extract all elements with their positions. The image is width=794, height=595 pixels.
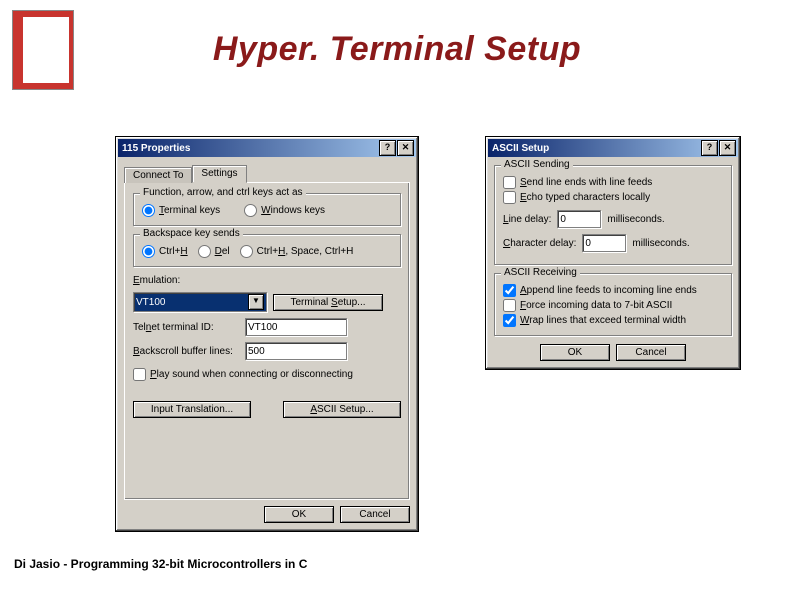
input-translation-button[interactable]: Input Translation... (133, 401, 251, 418)
emulation-label: Emulation: (133, 275, 401, 286)
help-icon[interactable]: ? (701, 140, 718, 156)
radio-ctrl-h[interactable]: Ctrl+H (142, 245, 188, 258)
backscroll-label: Backscroll buffer lines: (133, 346, 239, 357)
telnet-input[interactable] (245, 318, 347, 336)
ascii-setup-dialog: ASCII Setup ? ✕ ASCII Sending Send line … (485, 136, 741, 370)
radio-input[interactable] (240, 245, 253, 258)
radio-ctrl-h-space[interactable]: Ctrl+H, Space, Ctrl+H (240, 245, 354, 258)
tab-settings[interactable]: Settings (192, 165, 246, 183)
checkbox-input[interactable] (503, 191, 516, 204)
group-title: Function, arrow, and ctrl keys act as (140, 187, 306, 198)
check-append-lf[interactable]: Append line feeds to incoming line ends (503, 284, 723, 297)
close-icon[interactable]: ✕ (397, 140, 414, 156)
slide-title: Hyper. Terminal Setup (0, 30, 794, 69)
check-wrap-lines[interactable]: Wrap lines that exceed terminal width (503, 314, 723, 327)
check-force-7bit[interactable]: Force incoming data to 7-bit ASCII (503, 299, 723, 312)
titlebar: 115 Properties ? ✕ (118, 139, 416, 157)
emulation-select[interactable]: VT100 ▼ (133, 292, 267, 312)
ok-button[interactable]: OK (540, 344, 610, 361)
chevron-down-icon[interactable]: ▼ (248, 294, 264, 310)
cancel-button[interactable]: Cancel (616, 344, 686, 361)
properties-dialog: 115 Properties ? ✕ Connect To Settings F… (115, 136, 419, 532)
group-title: ASCII Sending (501, 159, 573, 170)
tab-connect-to[interactable]: Connect To (124, 167, 192, 183)
backspace-group: Backspace key sends Ctrl+H Del Ctrl+H, S… (133, 234, 401, 267)
ascii-sending-group: ASCII Sending Send line ends with line f… (494, 165, 732, 265)
radio-input[interactable] (198, 245, 211, 258)
terminal-setup-button[interactable]: Terminal Setup... (273, 294, 383, 311)
checkbox-input[interactable] (503, 284, 516, 297)
cancel-button[interactable]: Cancel (340, 506, 410, 523)
line-delay-label: Line delay: (503, 214, 551, 225)
titlebar: ASCII Setup ? ✕ (488, 139, 738, 157)
ascii-setup-button[interactable]: ASCII Setup... (283, 401, 401, 418)
titlebar-text: 115 Properties (120, 143, 190, 154)
playsound-check[interactable]: Play sound when connecting or disconnect… (133, 368, 401, 381)
check-send-line-ends[interactable]: Send line ends with line feeds (503, 176, 723, 189)
check-echo-typed[interactable]: Echo typed characters locally (503, 191, 723, 204)
help-icon[interactable]: ? (379, 140, 396, 156)
function-keys-group: Function, arrow, and ctrl keys act as Te… (133, 193, 401, 226)
radio-input[interactable] (244, 204, 257, 217)
checkbox-input[interactable] (503, 314, 516, 327)
backscroll-input[interactable] (245, 342, 347, 360)
char-delay-input[interactable] (582, 234, 626, 252)
group-title: ASCII Receiving (501, 267, 580, 278)
radio-terminal-keys[interactable]: Terminal keys (142, 204, 220, 217)
group-title: Backspace key sends (140, 228, 243, 239)
checkbox-input[interactable] (503, 176, 516, 189)
radio-del[interactable]: Del (198, 245, 230, 258)
footer-text: Di Jasio - Programming 32-bit Microcontr… (14, 557, 307, 571)
line-delay-unit: milliseconds. (607, 214, 664, 225)
char-delay-label: Character delay: (503, 238, 576, 249)
ok-button[interactable]: OK (264, 506, 334, 523)
ascii-receiving-group: ASCII Receiving Append line feeds to inc… (494, 273, 732, 336)
radio-input[interactable] (142, 204, 155, 217)
line-delay-input[interactable] (557, 210, 601, 228)
radio-input[interactable] (142, 245, 155, 258)
emulation-value: VT100 (136, 297, 165, 308)
titlebar-text: ASCII Setup (490, 143, 549, 154)
checkbox-input[interactable] (503, 299, 516, 312)
char-delay-unit: milliseconds. (632, 238, 689, 249)
telnet-label: Telnet terminal ID: (133, 322, 239, 333)
radio-windows-keys[interactable]: Windows keys (244, 204, 325, 217)
close-icon[interactable]: ✕ (719, 140, 736, 156)
checkbox-input[interactable] (133, 368, 146, 381)
